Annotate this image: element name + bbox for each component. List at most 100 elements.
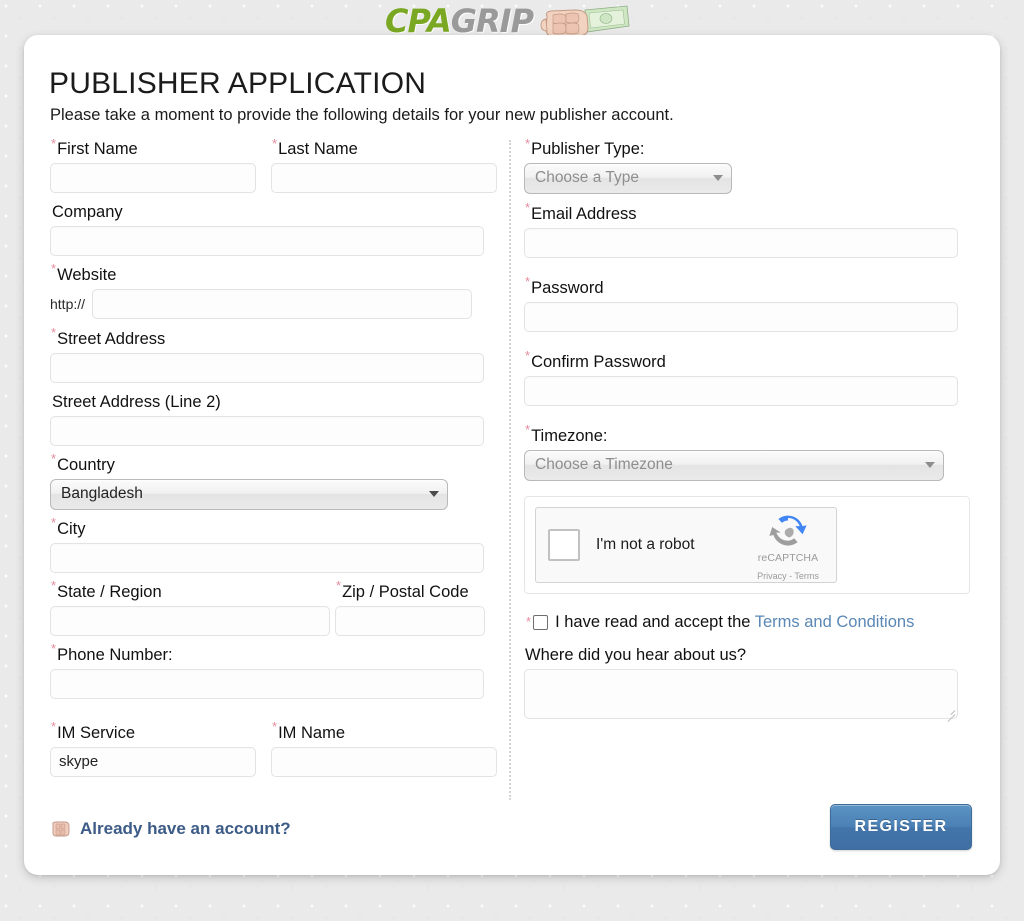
publisher-type-selected-value: Choose a Type (535, 169, 639, 187)
left-form-column: *First Name *Last Name Company *Website … (50, 135, 510, 777)
required-marker: * (272, 135, 278, 151)
required-marker: * (51, 515, 57, 531)
required-marker: * (51, 451, 57, 467)
page-subtitle: Please take a moment to provide the foll… (50, 106, 674, 124)
label-first-name: *First Name (51, 135, 138, 159)
country-selected-value: Bangladesh (61, 485, 143, 503)
recaptcha-branding: reCAPTCHA Privacy - Terms (749, 514, 827, 584)
required-marker: * (525, 135, 531, 151)
timezone-select[interactable]: Choose a Timezone (524, 449, 944, 481)
referral-textarea-wrap (524, 668, 958, 722)
field-im-service: *IM Service (50, 719, 256, 777)
label-publisher-type: *Publisher Type: (525, 135, 645, 159)
right-form-column: *Publisher Type: Choose a Type *Email Ad… (524, 135, 974, 722)
recaptcha-links[interactable]: Privacy - Terms (757, 571, 819, 581)
label-referral-source: Where did you hear about us? (525, 645, 747, 664)
name-row: *First Name *Last Name (50, 135, 510, 193)
country-select[interactable]: Bangladesh (50, 478, 448, 510)
field-street-address-2: Street Address (Line 2) (50, 393, 484, 446)
label-state-region: *State / Region (51, 578, 162, 601)
field-country: *Country Bangladesh (50, 451, 448, 510)
label-street-address: *Street Address (51, 325, 166, 348)
email-address-input[interactable] (524, 227, 958, 258)
required-marker: * (525, 274, 531, 290)
timezone-selected-value: Choose a Timezone (535, 456, 673, 474)
field-website: *Website http:// (50, 261, 490, 319)
company-input[interactable] (50, 225, 484, 256)
im-service-input[interactable] (50, 746, 256, 777)
logo-text-grip: GRIP (450, 2, 534, 40)
password-input[interactable] (524, 301, 958, 332)
field-last-name: *Last Name (271, 135, 497, 193)
label-last-name: *Last Name (272, 135, 358, 159)
phone-number-input[interactable] (50, 668, 484, 699)
field-email-address: *Email Address (524, 200, 958, 258)
required-marker: * (51, 578, 57, 594)
im-name-input[interactable] (271, 746, 497, 777)
website-protocol-prefix: http:// (50, 295, 86, 312)
chevron-down-icon (429, 491, 439, 498)
field-state-region: *State / Region (50, 578, 330, 636)
publisher-type-select[interactable]: Choose a Type (524, 162, 732, 194)
register-button[interactable]: REGISTER (830, 804, 972, 850)
first-name-input[interactable] (50, 162, 256, 193)
label-street-address-2: Street Address (Line 2) (52, 392, 221, 411)
field-timezone: *Timezone: Choose a Timezone (524, 422, 944, 481)
terms-acceptance-row: * I have read and accept the Terms and C… (526, 612, 915, 631)
label-email-address: *Email Address (525, 200, 637, 223)
label-zip-postal: *Zip / Postal Code (336, 578, 469, 601)
field-street-address: *Street Address (50, 325, 484, 383)
terms-text: I have read and accept the Terms and Con… (555, 612, 915, 631)
recaptcha-label: I'm not a robot (596, 535, 695, 553)
required-marker: * (525, 348, 531, 364)
label-timezone: *Timezone: (525, 422, 608, 445)
field-company: Company (50, 203, 484, 256)
page-title: PUBLISHER APPLICATION (49, 67, 427, 100)
required-marker: * (51, 719, 57, 735)
street-address-input[interactable] (50, 352, 484, 383)
required-marker: * (525, 200, 531, 216)
recaptcha-logo-icon (749, 514, 827, 548)
zip-postal-input[interactable] (335, 605, 485, 636)
required-marker: * (525, 422, 531, 438)
already-have-account-link[interactable]: Already have an account? (50, 819, 291, 839)
label-im-name: *IM Name (272, 719, 345, 742)
fist-icon (50, 820, 72, 838)
im-row: *IM Service *IM Name (50, 719, 510, 777)
field-city: *City (50, 515, 484, 573)
label-website: *Website (51, 261, 117, 284)
label-password: *Password (525, 274, 604, 297)
state-region-input[interactable] (50, 605, 330, 636)
recaptcha-checkbox[interactable] (548, 528, 580, 561)
logo-text-cpa: CPA (385, 2, 452, 40)
terms-checkbox[interactable] (533, 614, 549, 630)
required-marker: * (51, 641, 57, 657)
confirm-password-input[interactable] (524, 375, 958, 406)
field-zip-postal: *Zip / Postal Code (335, 578, 485, 636)
label-country: *Country (51, 451, 115, 474)
street-address-2-input[interactable] (50, 415, 484, 446)
last-name-input[interactable] (271, 162, 497, 193)
label-city: *City (51, 515, 86, 538)
website-input-row: http:// (50, 288, 490, 319)
chevron-down-icon (925, 462, 935, 469)
state-zip-row: *State / Region *Zip / Postal Code (50, 578, 510, 636)
required-marker: * (51, 261, 57, 277)
label-im-service: *IM Service (51, 719, 135, 742)
field-confirm-password: *Confirm Password (524, 348, 958, 406)
field-phone-number: *Phone Number: (50, 641, 484, 699)
application-card: PUBLISHER APPLICATION Please take a mome… (24, 35, 1000, 875)
label-confirm-password: *Confirm Password (525, 348, 666, 371)
city-input[interactable] (50, 542, 484, 573)
terms-and-conditions-link[interactable]: Terms and Conditions (755, 613, 915, 631)
label-phone-number: *Phone Number: (51, 641, 173, 664)
field-first-name: *First Name (50, 135, 256, 193)
recaptcha-container: I'm not a robot reCAPTCHA Privacy - Term… (524, 495, 970, 594)
label-company: Company (52, 202, 123, 221)
field-publisher-type: *Publisher Type: Choose a Type (524, 135, 732, 194)
chevron-down-icon (713, 175, 723, 182)
required-marker: * (51, 135, 57, 151)
recaptcha-widget[interactable]: I'm not a robot reCAPTCHA Privacy - Term… (535, 506, 837, 584)
referral-source-textarea[interactable] (524, 668, 958, 719)
website-input[interactable] (92, 288, 473, 319)
